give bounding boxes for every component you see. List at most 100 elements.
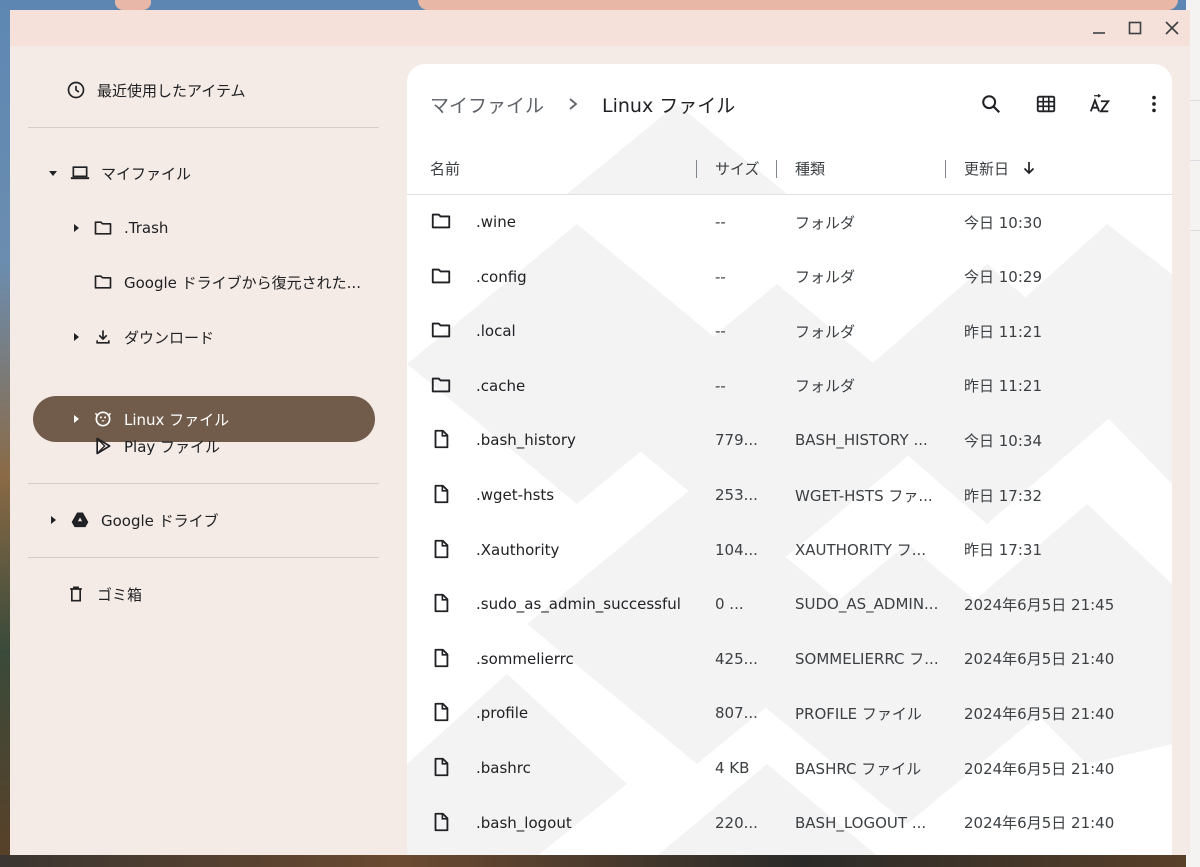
search-button[interactable] <box>973 86 1009 122</box>
file-type: フォルダ <box>795 377 856 396</box>
file-name: .bash_logout <box>476 813 572 832</box>
sidebar-item-trash-folder[interactable]: .Trash <box>70 206 168 250</box>
table-row[interactable]: .wget-hsts 253... WGET-HSTS ファ... 昨日 17:32 <box>407 468 1172 522</box>
more-options-button[interactable] <box>1136 86 1172 122</box>
file-icon <box>429 427 453 451</box>
table-row[interactable]: .bashrc 4 KB BASHRC ファイル 2024年6月5日 21:40 <box>407 741 1172 795</box>
breadcrumb-current[interactable]: Linux ファイル <box>602 91 735 118</box>
file-icon <box>429 700 453 724</box>
sidebar-item-label: 最近使用したアイテム <box>97 81 246 100</box>
file-type: フォルダ <box>795 213 856 232</box>
table-row[interactable]: .cache -- フォルダ 昨日 11:21 <box>407 359 1172 413</box>
caret-down-icon[interactable] <box>47 167 59 179</box>
search-icon <box>982 95 1001 114</box>
column-header-row: 名前 サイズ 種類 更新日 <box>407 142 1172 194</box>
file-type: SOMMELIERRC フ... <box>795 650 939 669</box>
file-icon <box>429 810 453 834</box>
file-name: .wine <box>476 213 516 231</box>
table-row[interactable]: .config -- フォルダ 今日 10:29 <box>407 250 1172 304</box>
drive-icon <box>69 509 91 531</box>
breadcrumb: マイファイル Linux ファイル <box>430 82 735 126</box>
file-size: 253... <box>715 486 758 504</box>
file-type: BASHRC ファイル <box>795 759 922 778</box>
column-resize-handle[interactable] <box>945 160 946 178</box>
sidebar-item-label: .Trash <box>124 219 169 237</box>
file-modified: 今日 10:29 <box>964 268 1042 287</box>
file-modified: 昨日 11:21 <box>964 322 1042 341</box>
file-icon <box>429 537 453 561</box>
file-modified: 2024年6月5日 21:40 <box>964 814 1115 833</box>
file-size: 779... <box>715 431 758 450</box>
file-name: .cache <box>476 376 526 395</box>
file-name: .sommelierrc <box>476 649 574 668</box>
file-type: BASH_LOGOUT ... <box>795 813 927 832</box>
file-size: 104... <box>715 540 758 559</box>
file-modified: 2024年6月5日 21:40 <box>964 704 1115 723</box>
sort-az-icon <box>1089 93 1111 113</box>
table-row[interactable]: .local -- フォルダ 昨日 11:21 <box>407 304 1172 358</box>
minimize-icon <box>1093 32 1105 34</box>
file-icon <box>429 755 453 779</box>
column-header-label: 種類 <box>795 159 826 178</box>
files-app-window: 最近使用したアイテム マイファイル .Trash Google ドライブから復元… <box>10 10 1190 855</box>
file-name: .Xauthority <box>476 540 560 559</box>
folder-icon <box>92 217 114 239</box>
breadcrumb-parent[interactable]: マイファイル <box>430 91 544 118</box>
sidebar-item-google-drive[interactable]: Google ドライブ <box>47 498 219 542</box>
file-size: -- <box>715 322 726 341</box>
file-type: WGET-HSTS ファ... <box>795 486 933 505</box>
sidebar-item-recent[interactable]: 最近使用したアイテム <box>65 68 246 112</box>
file-size: -- <box>715 213 726 231</box>
clock-icon <box>65 79 87 101</box>
table-row[interactable]: .profile 807... PROFILE ファイル 2024年6月5日 21:4… <box>407 686 1172 740</box>
trash-icon <box>65 583 87 605</box>
column-resize-handle[interactable] <box>776 160 777 178</box>
grid-view-button[interactable] <box>1028 86 1064 122</box>
folder-icon <box>429 373 453 397</box>
column-header-modified[interactable]: 更新日 <box>964 142 1037 194</box>
file-name: .sudo_as_admin_successful <box>476 595 681 614</box>
close-button[interactable] <box>1159 16 1185 40</box>
sidebar-item-play-files[interactable]: Play ファイル <box>92 424 220 468</box>
folder-icon <box>429 318 453 342</box>
table-row[interactable]: .bash_history 779... BASH_HISTORY ... 今日 10… <box>407 413 1172 467</box>
sort-button[interactable] <box>1082 86 1118 122</box>
column-header-name[interactable]: 名前 <box>430 142 460 194</box>
file-size: 220... <box>715 813 758 832</box>
file-type: SUDO_AS_ADMIN... <box>795 595 939 614</box>
sidebar-item-downloads[interactable]: ダウンロード <box>70 315 214 359</box>
column-header-size[interactable]: サイズ <box>715 142 760 194</box>
sidebar-item-label: Google ドライブから復元された... <box>124 273 361 292</box>
sidebar-item-label: Play ファイル <box>124 437 221 456</box>
caret-right-icon[interactable] <box>70 331 82 343</box>
background-tab-edge <box>115 0 151 10</box>
desktop-wallpaper-bottom <box>0 855 1200 867</box>
maximize-button[interactable] <box>1122 16 1148 40</box>
table-row[interactable]: .Xauthority 104... XAUTHORITY フ... 昨日 17:31 <box>407 523 1172 577</box>
caret-right-icon[interactable] <box>70 413 82 425</box>
file-list-panel: マイファイル Linux ファイル 名前 サイズ 種類 更新日 .wine --… <box>407 64 1172 855</box>
column-header-label: 名前 <box>430 159 461 178</box>
table-row[interactable]: .sommelierrc 425... SOMMELIERRC フ... 2024年6… <box>407 632 1172 686</box>
column-header-type[interactable]: 種類 <box>795 142 825 194</box>
caret-right-icon[interactable] <box>47 514 59 526</box>
maximize-icon <box>1128 21 1142 35</box>
column-resize-handle[interactable] <box>696 160 697 178</box>
sidebar-item-drive-restored[interactable]: Google ドライブから復元された... <box>92 260 361 304</box>
sidebar-item-label: ダウンロード <box>124 328 215 347</box>
file-name: .bash_history <box>476 431 576 450</box>
title-bar[interactable] <box>10 10 1190 46</box>
sidebar-item-my-files[interactable]: マイファイル <box>47 151 191 195</box>
file-name: .local <box>476 322 516 341</box>
caret-right-icon[interactable] <box>70 222 82 234</box>
table-row[interactable]: .sudo_as_admin_successful 0 ... SUDO_AS_AD… <box>407 577 1172 631</box>
table-row[interactable]: .bash_logout 220... BASH_LOGOUT ... 2024年6月… <box>407 796 1172 850</box>
file-type: フォルダ <box>795 268 856 287</box>
arrow-down-icon <box>1023 162 1035 175</box>
minimize-button[interactable] <box>1086 16 1112 40</box>
sidebar-item-trash[interactable]: ゴミ箱 <box>65 572 142 616</box>
folder-icon <box>429 264 453 288</box>
file-modified: 昨日 17:32 <box>964 486 1042 505</box>
table-row[interactable]: .wine -- フォルダ 今日 10:30 <box>407 195 1172 249</box>
sidebar-divider <box>28 483 379 484</box>
